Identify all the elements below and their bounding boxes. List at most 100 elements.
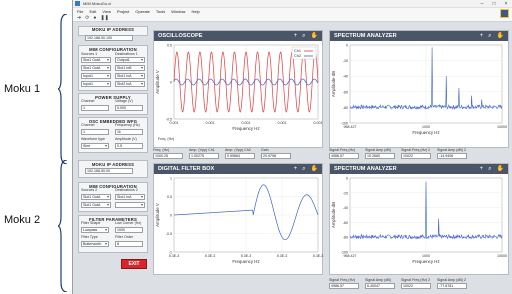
moku2-order-label: Filter Order [115, 235, 134, 239]
spectrum2-title: SPECTRUM ANALYZER [334, 166, 397, 172]
moku1-waveform-select[interactable]: Sine [81, 143, 109, 149]
menu-view[interactable]: View [102, 9, 111, 14]
moku1-freq-label: Frequency (Hz) [115, 123, 140, 127]
osc-legend-ch1: Ch1 [294, 49, 301, 53]
menu-help[interactable]: Help [191, 9, 199, 14]
oscilloscope-measurements: Freq. (Hz) [158, 137, 180, 141]
menu-bar: File Edit View Project Operate Tools Win… [73, 8, 512, 15]
oscilloscope-panel: OSCILLOSCOPE + ⌕ ✋ 0.5 0 -0.5 0.001 0.001 0.001… [153, 30, 323, 148]
osc-xtick: 0.001 [278, 121, 287, 125]
moku1-source-1[interactable]: Slot1 OutA [81, 57, 111, 63]
zoom-icon[interactable]: ⌕ [302, 166, 305, 172]
dfb-xlabel: Frequency Hz [232, 259, 259, 264]
menu-file[interactable]: File [77, 9, 83, 14]
spectrum2-plot[interactable]: 0-20-40-60-80-100968.427 1000 10000Frequen… [330, 174, 510, 274]
spec1-sigamp2-label: Signal Amp (dB) 2 [437, 148, 466, 152]
moku1-destination-2[interactable]: Slot1 InB [115, 65, 145, 71]
spectrum1-ytick: 0 [346, 44, 348, 48]
osc-amp-ch2-label: Amp. (Vpp) Ch2 [225, 148, 251, 152]
moku1-ip-title: MOKU IP ADDRESS [91, 27, 135, 32]
osc-meas-label-freq: Freq. (Hz) [158, 137, 175, 141]
moku2-type-select[interactable]: Butterworth [81, 241, 109, 247]
spectrum2-xtick: 968.427 [344, 254, 357, 258]
moku1-amp-field[interactable]: 0.5 [115, 143, 143, 149]
zoom-icon[interactable]: ⌕ [488, 33, 491, 39]
app-icon [75, 1, 80, 6]
spec2-sigamp2-value: -77.6781 [437, 283, 467, 289]
moku1-destination-1[interactable]: Output1 [115, 57, 145, 63]
close-icon[interactable]: × [500, 1, 512, 7]
osc-legend-ch2: Ch2 [294, 54, 301, 58]
window-title: MIM MokuGo.vi [83, 1, 112, 6]
spectrum2-ytick: -40 [343, 206, 348, 210]
spec1-sigfreq2-label: Signal Freq (Hz) 2 [401, 148, 431, 152]
spectrum1-header: SPECTRUM ANALYZER + ⌕ ✋ [330, 31, 508, 41]
spec2-sigfreq2-label: Signal Freq (Hz) 2 [401, 278, 431, 282]
moku1-destination-4[interactable]: Slot2 InA [115, 81, 145, 87]
pan-hand-icon[interactable]: ✋ [497, 166, 504, 172]
moku2-destination-2[interactable] [115, 202, 145, 208]
pause-icon[interactable]: ❚❚ [100, 15, 108, 21]
pan-hand-icon[interactable]: ✋ [311, 33, 318, 39]
exit-label: EXIT [128, 261, 140, 267]
dfb-ytick: 0 [170, 214, 172, 218]
moku1-ip-field[interactable]: 192.168.50.100 [85, 35, 133, 41]
menu-operate[interactable]: Operate [135, 9, 149, 14]
menu-tools[interactable]: Tools [156, 9, 165, 14]
moku1-sources-label: Sources 1 [81, 52, 98, 56]
menu-edit[interactable]: Edit [89, 9, 96, 14]
spectrum1-ytick: -60 [343, 90, 348, 94]
spectrum1-measurement-row: Signal Freq (Hz) 4986.57 Signal Amp (dB) 1… [329, 148, 473, 159]
oscilloscope-plot[interactable]: 0.50-0.50.001 0.001 0.001 0.001 0.001Frequen… [154, 41, 324, 137]
moku1-source-3[interactable]: Input1 [81, 73, 111, 79]
spectrum2-ylabel: Amplitude dB [331, 202, 336, 228]
moku2-destinations-label: Destinations 2 [115, 188, 138, 192]
oscilloscope-title: OSCILLOSCOPE [158, 33, 203, 39]
osc-xlabel: Frequency Hz [232, 126, 259, 131]
spectrum2-xtick: 1000 [422, 254, 430, 258]
maximize-icon[interactable]: □ [488, 1, 500, 7]
moku2-ip-field[interactable]: 192.168.50.00 [85, 168, 133, 174]
spectrum1-plot[interactable]: 0-20-40-60-80-100968.427 1000 10000Frequen… [330, 41, 510, 147]
moku1-voltage-field[interactable]: 5.000 [115, 105, 143, 111]
minimize-icon[interactable]: – [476, 1, 488, 7]
osc-xtick: 0.001 [170, 121, 179, 125]
moku1-channel-field[interactable]: 1 [81, 105, 109, 111]
run-arrow-icon[interactable]: ➔ [77, 15, 81, 21]
spectrum2-panel: SPECTRUM ANALYZER + ⌕ ✋ 0 -20 -40 -60 -80 -100 9… [329, 163, 509, 275]
dfb-plot[interactable]: 10.50-0.5-15.3E-3 5.3E-3 5.3E-3 5.3E-3 5.3E-… [154, 174, 324, 274]
menu-window[interactable]: Window [171, 9, 185, 14]
moku1-source-2[interactable]: Slot1 OutA [81, 65, 111, 71]
abort-icon[interactable]: ● [93, 15, 96, 21]
spec1-sigfreq2-value: 10022 [401, 153, 431, 159]
moku1-freq-field[interactable]: 1k [115, 129, 143, 135]
osc-freq-value: 1000.25 [153, 153, 183, 159]
moku2-shape-label: Filter Shape [81, 221, 101, 225]
moku1-destination-3[interactable]: Slot1 InA [115, 73, 145, 79]
moku2-shape-select[interactable]: Lowpass [81, 227, 109, 233]
moku1-source-4[interactable]: Input1 [81, 81, 111, 87]
pan-hand-icon[interactable]: ✋ [497, 33, 504, 39]
pan-hand-icon[interactable]: ✋ [311, 166, 318, 172]
run-continuous-icon[interactable]: ⟳ [85, 15, 89, 21]
spectrum2-xtick: 10000 [497, 254, 507, 258]
spec2-sigamp-label: Signal Amp (dB) [365, 278, 391, 282]
moku2-cutoff-field[interactable]: 1000 [115, 227, 143, 233]
moku2-source-2[interactable]: Slot1 OutA [81, 202, 111, 208]
moku2-order-field[interactable]: 8 [115, 241, 143, 247]
exit-button[interactable]: EXIT [121, 259, 147, 269]
zoom-icon[interactable]: ⌕ [302, 33, 305, 39]
zoom-icon[interactable]: ⌕ [488, 166, 491, 172]
oscilloscope-header: OSCILLOSCOPE + ⌕ ✋ [154, 31, 322, 41]
add-cursor-icon[interactable]: + [480, 166, 484, 172]
add-cursor-icon[interactable]: + [480, 33, 484, 39]
osc-ylabel: Amplitude V [155, 70, 160, 94]
moku2-destination-1[interactable]: Slot1 InA [115, 194, 145, 200]
add-cursor-icon[interactable]: + [294, 166, 298, 172]
add-cursor-icon[interactable]: + [294, 33, 298, 39]
spectrum2-ytick: 0 [346, 177, 348, 181]
moku2-source-1[interactable]: Slot1 OutA [81, 194, 111, 200]
menu-project[interactable]: Project [117, 9, 129, 14]
help-icon[interactable] [500, 9, 509, 18]
moku1-wfg-channel-field[interactable]: 1 [81, 129, 109, 135]
